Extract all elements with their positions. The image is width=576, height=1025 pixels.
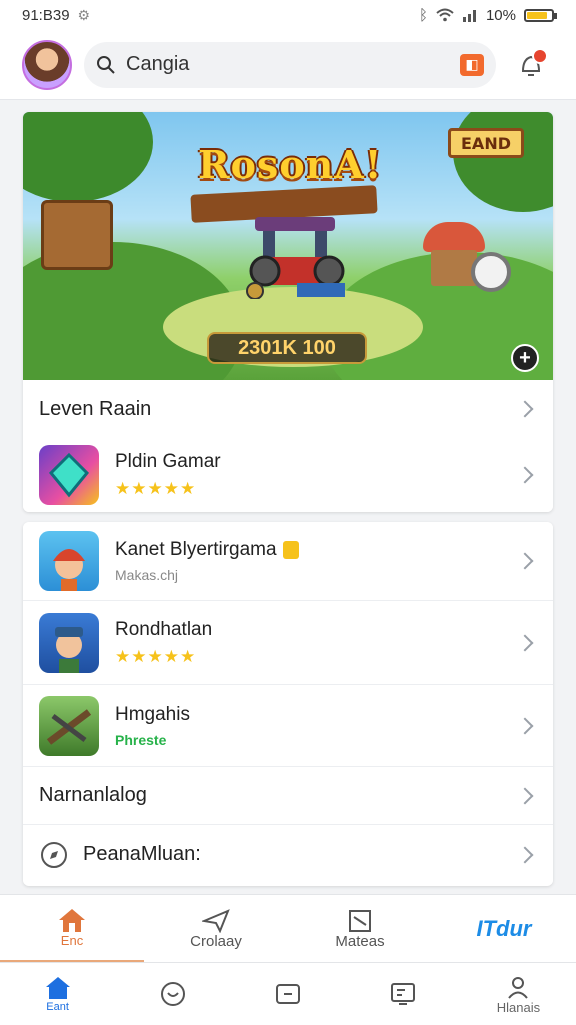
battery-percent: 10% (485, 6, 516, 24)
character-icon (53, 549, 85, 591)
document-icon (349, 909, 371, 932)
status-bar: 91:B39 ⚙ ᛒ 10% (0, 0, 576, 30)
home-icon (59, 909, 85, 932)
crystal-icon (48, 452, 90, 498)
brand-logo: ITdur (476, 916, 532, 941)
link-row[interactable]: Narnanlalog (23, 766, 553, 824)
weapon-icon (46, 708, 92, 745)
subnav-label: Mateas (335, 932, 385, 950)
game-title: Rondhatlan (115, 618, 213, 640)
subnav-label: Crolaay (190, 932, 242, 950)
status-left: 91:B39 ⚙ (22, 7, 90, 24)
search-bar[interactable]: ◧ (84, 41, 496, 88)
subnav-label: Enc (60, 933, 84, 948)
banner-score: 2301K 100 (207, 332, 367, 364)
mushroom-hut (431, 250, 477, 286)
sub-navigation: Enc Crolaay Mateas ITdur (0, 894, 576, 963)
mushroom-hut-roof (423, 222, 485, 252)
tab-label: Eant (46, 1001, 69, 1013)
tab-favorites[interactable] (115, 963, 230, 1025)
link-row[interactable]: PeanaMluan: (23, 824, 553, 884)
link-label: Narnanlalog (39, 784, 147, 806)
top-bar: ◧ (0, 30, 576, 100)
banner-tree-left (23, 112, 153, 202)
chevron-right-icon (516, 717, 534, 734)
character-icon (55, 626, 83, 673)
chevron-right-icon (516, 552, 534, 570)
search-input[interactable] (124, 52, 452, 77)
chevron-right-icon (516, 400, 534, 418)
chevron-right-icon (516, 634, 534, 651)
featured-card: RosonA! EAND 2301K 100 + Leven Raain Pld… (23, 112, 553, 512)
heart-icon (160, 981, 186, 1007)
add-icon[interactable]: + (511, 344, 539, 372)
game-icon (39, 531, 99, 591)
chevron-right-icon (516, 846, 534, 863)
wifi-icon (436, 8, 454, 22)
news-icon (390, 981, 416, 1007)
round-object (471, 252, 511, 292)
star-rating: ★★★★★ (115, 479, 197, 498)
search-icon (97, 55, 115, 74)
message-icon (275, 981, 301, 1007)
notification-badge (532, 47, 548, 64)
list-item[interactable]: Kanet Blyertirgama Makas.chj (23, 522, 553, 600)
game-icon (39, 612, 99, 673)
list-item[interactable]: Hmgahis Phreste (23, 684, 553, 766)
subnav-home[interactable]: Enc (0, 895, 144, 963)
chevron-right-icon (516, 466, 534, 484)
subnav-crolaay[interactable]: Crolaay (144, 895, 288, 963)
game-title: Pldin Gamar (115, 451, 221, 472)
game-subtitle: Makas.chj (115, 567, 179, 583)
signal-icon (462, 10, 476, 22)
game-title: Kanet Blyertirgama (115, 539, 277, 560)
notification-button[interactable] (508, 42, 554, 88)
list-item[interactable]: Pldin Gamar ★★★★★ (23, 438, 553, 512)
banner-sign: EAND (448, 128, 524, 158)
tab-news[interactable] (346, 963, 461, 1025)
badge-icon (282, 540, 299, 559)
cannon-machine (246, 217, 345, 299)
tab-home[interactable]: Eant (0, 963, 115, 1025)
subnav-mateas[interactable]: Mateas (288, 895, 432, 963)
game-list-card: Kanet Blyertirgama Makas.chj Rondhatlan … (23, 522, 553, 886)
tab-messages[interactable] (230, 963, 345, 1025)
battery-icon (524, 8, 557, 22)
game-icon (39, 445, 99, 505)
camera-icon[interactable]: ◧ (460, 53, 484, 76)
star-rating: ★★★★★ (115, 646, 197, 666)
status-time: 91:B39 (22, 6, 70, 24)
compass-icon (41, 841, 67, 868)
avatar[interactable] (22, 39, 72, 90)
chevron-right-icon (516, 787, 534, 804)
tab-profile[interactable]: Hlanais (461, 963, 576, 1025)
status-right: ᛒ 10% (418, 6, 557, 24)
banner-tree-right (453, 112, 553, 212)
paper-plane-icon (202, 908, 230, 933)
settings-status-icon: ⚙ (77, 6, 91, 23)
bottom-tab-bar: Eant Hlanais (0, 962, 576, 1025)
game-title-row: Kanet Blyertirgama (115, 539, 299, 561)
subnav-brand[interactable]: ITdur (432, 895, 576, 963)
person-icon (505, 974, 531, 1000)
list-item[interactable]: Rondhatlan ★★★★★ (23, 600, 553, 684)
home-icon (45, 975, 71, 1001)
link-label: PeanaMluan: (83, 843, 201, 865)
tab-label: Hlanais (496, 999, 541, 1015)
section-header-row[interactable]: Leven Raain (23, 380, 553, 438)
section-header-title: Leven Raain (39, 397, 152, 420)
treehouse (41, 200, 113, 270)
bluetooth-icon: ᛒ (418, 6, 428, 24)
game-title: Hmgahis (115, 703, 190, 725)
banner-title: RosonA! (198, 142, 383, 187)
game-banner[interactable]: RosonA! EAND 2301K 100 + (23, 112, 553, 380)
game-icon (39, 695, 99, 756)
game-tag: Phreste (115, 731, 167, 748)
